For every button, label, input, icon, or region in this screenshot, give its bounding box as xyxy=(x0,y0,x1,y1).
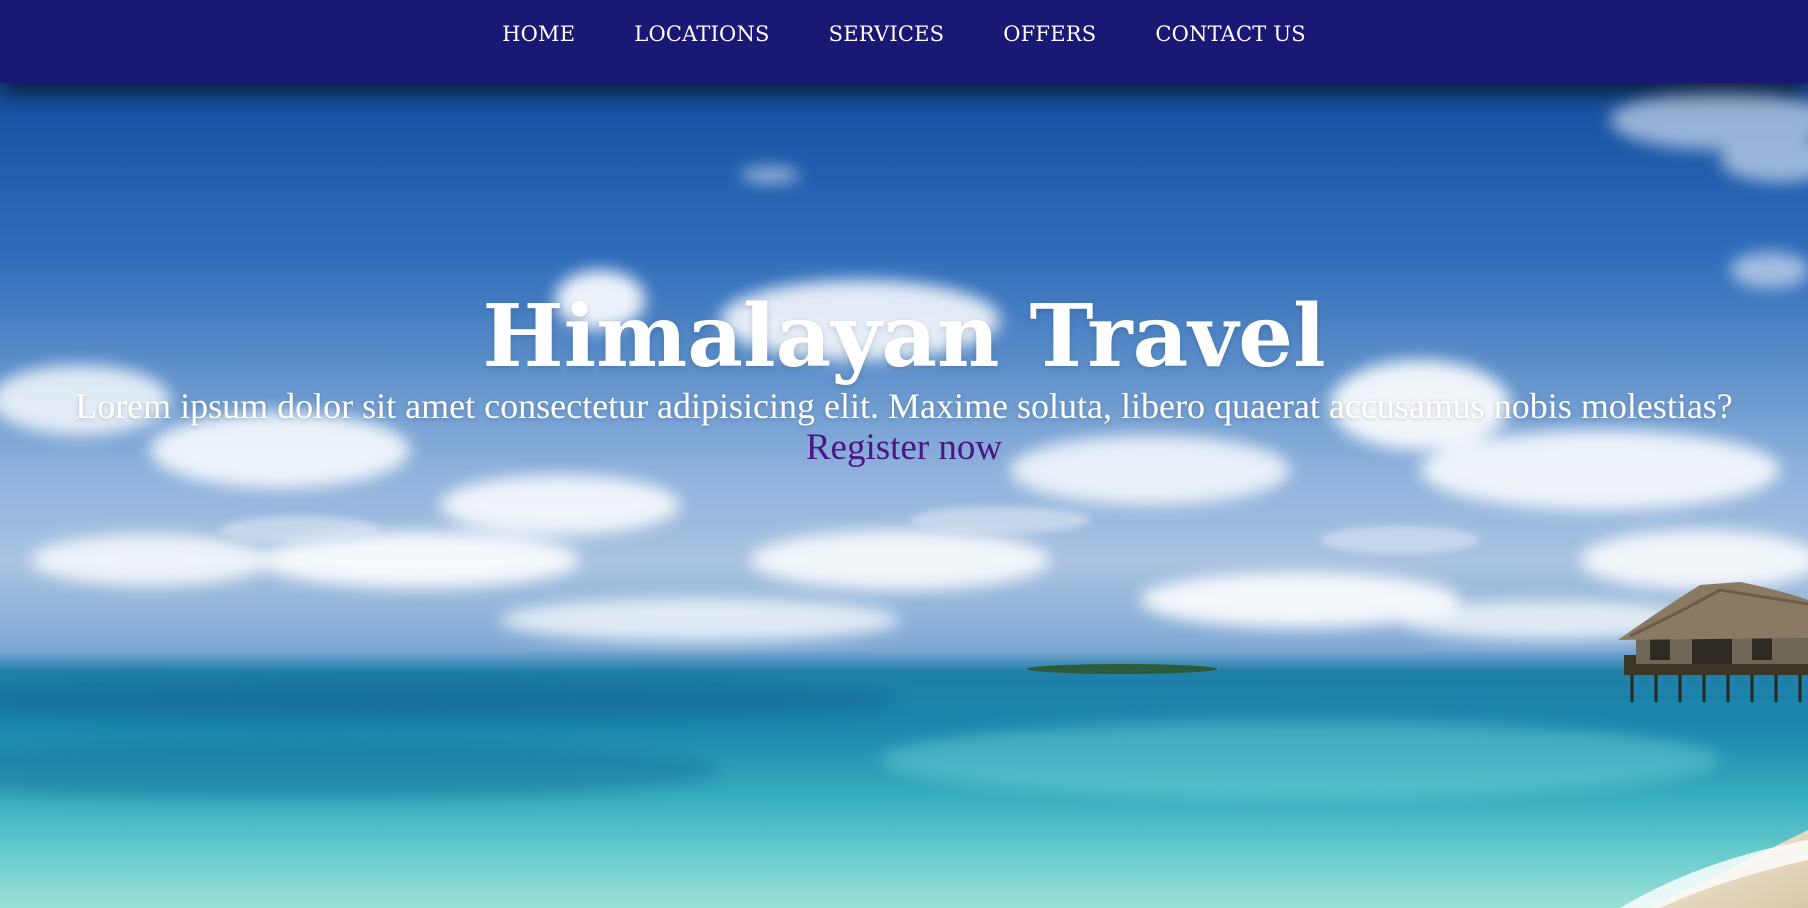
hero-content: Himalayan Travel Lorem ipsum dolor sit a… xyxy=(0,286,1808,469)
overwater-hut xyxy=(1618,582,1808,702)
nav-menu: HOME LOCATIONS SERVICES OFFERS CONTACT U… xyxy=(0,0,1808,68)
nav-item-offers[interactable]: OFFERS xyxy=(1003,22,1096,46)
island xyxy=(1027,664,1217,674)
nav-item-locations[interactable]: LOCATIONS xyxy=(634,22,769,46)
page: HOME LOCATIONS SERVICES OFFERS CONTACT U… xyxy=(0,0,1808,908)
register-now-link[interactable]: Register now xyxy=(806,427,1002,469)
nav-item-contact-us[interactable]: CONTACT US xyxy=(1155,22,1306,46)
nav-item-services[interactable]: SERVICES xyxy=(829,22,945,46)
top-navigation-bar: HOME LOCATIONS SERVICES OFFERS CONTACT U… xyxy=(0,0,1808,83)
hero-subtitle: Lorem ipsum dolor sit amet consectetur a… xyxy=(75,385,1733,426)
hero-title: Himalayan Travel xyxy=(482,286,1326,387)
nav-item-home[interactable]: HOME xyxy=(502,22,575,46)
